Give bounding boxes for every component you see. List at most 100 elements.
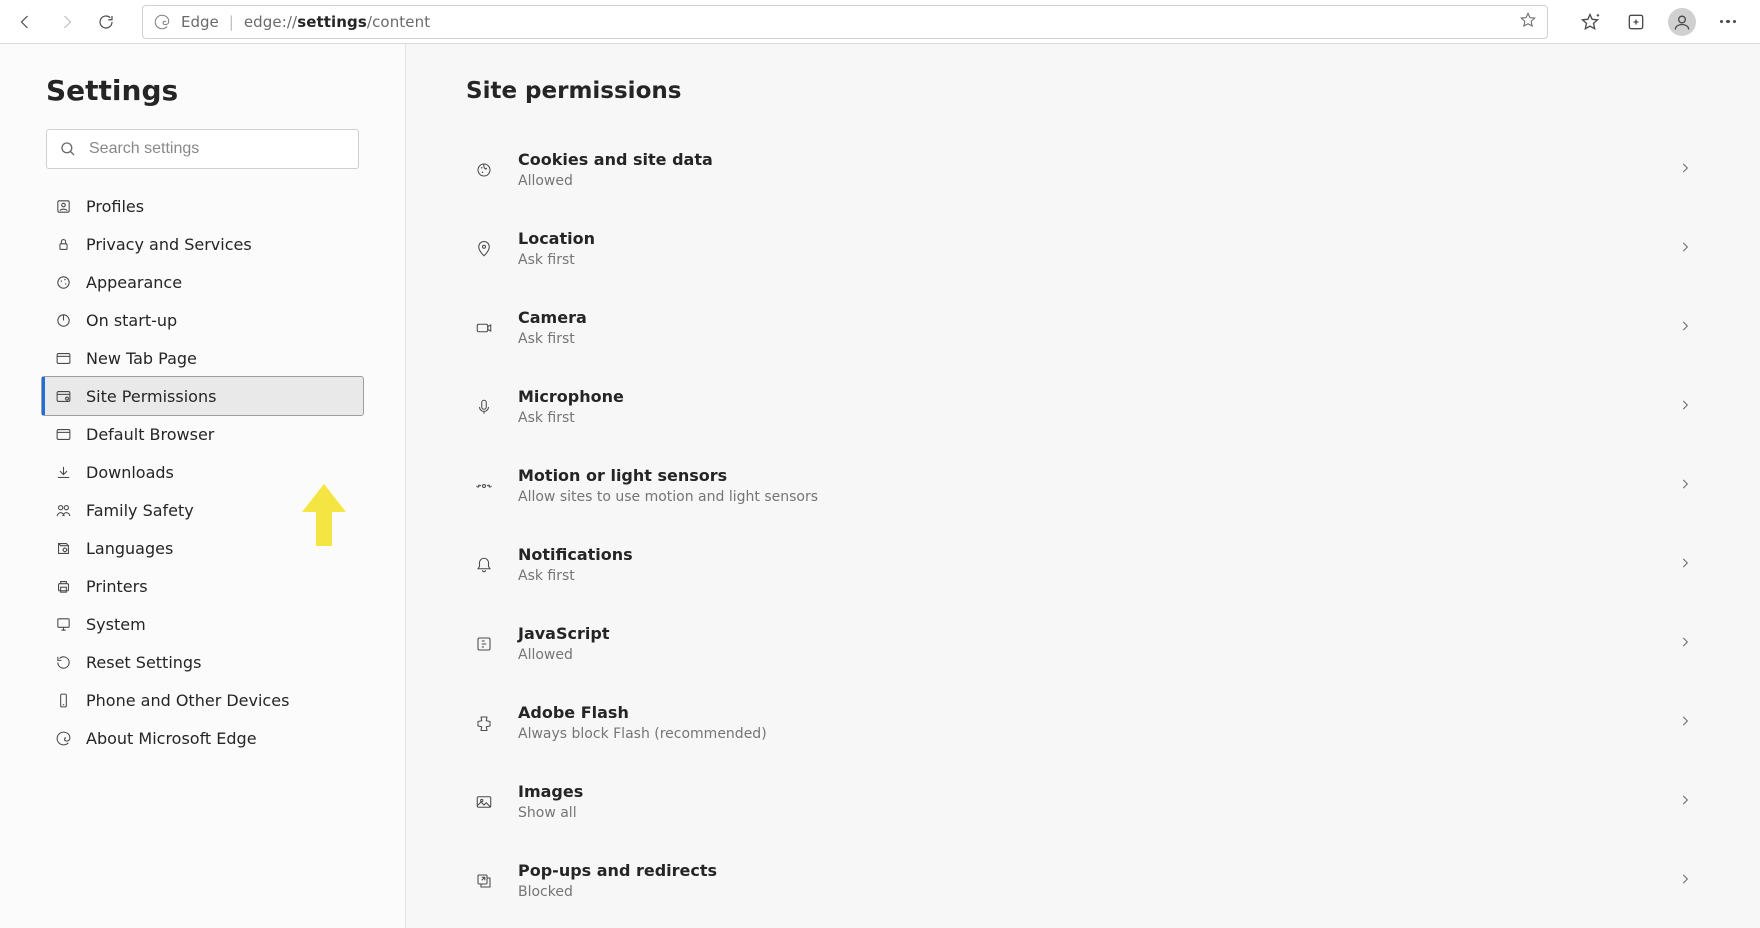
browser-chrome: Edge | edge://settings/content — [0, 0, 1760, 44]
nav-icon — [54, 653, 72, 671]
sidebar-item-label: Appearance — [86, 273, 182, 292]
permission-row-camera[interactable]: CameraAsk first — [466, 288, 1700, 367]
permission-icon — [474, 634, 494, 654]
nav-icon — [54, 425, 72, 443]
nav-icon — [54, 615, 72, 633]
permission-subtitle: Ask first — [518, 410, 1678, 426]
permission-row-images[interactable]: ImagesShow all — [466, 762, 1700, 841]
permission-icon — [474, 397, 494, 417]
sidebar-item-appearance[interactable]: Appearance — [42, 263, 363, 301]
permission-row-notifications[interactable]: Notifications Ask first — [466, 525, 1700, 604]
permission-row-motion-or-light-sensors[interactable]: Motion or light sensors Allow sites to us… — [466, 446, 1700, 525]
sidebar-item-reset-settings[interactable]: Reset Settings — [42, 643, 363, 681]
permission-row-ads[interactable]: Ads — [466, 920, 1700, 928]
more-menu-button[interactable] — [1710, 4, 1746, 40]
sidebar-item-default-browser[interactable]: Default Browser — [42, 415, 363, 453]
permission-title: Motion or light sensors — [518, 466, 1678, 485]
sidebar-item-profiles[interactable]: Profiles — [42, 187, 363, 225]
sidebar-item-label: Profiles — [86, 197, 144, 216]
permission-icon — [474, 160, 494, 180]
sidebar-item-label: Downloads — [86, 463, 174, 482]
sidebar-item-label: Phone and Other Devices — [86, 691, 289, 710]
nav-icon — [54, 387, 72, 405]
sidebar-item-label: On start-up — [86, 311, 177, 330]
chevron-right-icon — [1678, 714, 1692, 732]
sidebar-item-languages[interactable]: Languages — [42, 529, 363, 567]
url-text: edge://settings/content — [244, 13, 430, 31]
chevron-right-icon — [1678, 793, 1692, 811]
sidebar-item-label: Site Permissions — [86, 387, 216, 406]
nav-icon — [54, 729, 72, 747]
permission-subtitle: Allowed — [518, 173, 1678, 189]
permission-title: Pop-ups and redirects — [518, 861, 1678, 880]
sidebar-item-downloads[interactable]: Downloads — [42, 453, 363, 491]
favorites-button[interactable] — [1572, 4, 1608, 40]
chevron-right-icon — [1678, 398, 1692, 416]
sidebar-item-about-microsoft-edge[interactable]: About Microsoft Edge — [42, 719, 363, 757]
forward-button — [48, 4, 84, 40]
permission-subtitle: Allow sites to use motion and light sens… — [518, 489, 1678, 505]
permission-icon — [474, 239, 494, 259]
sidebar-item-on-start-up[interactable]: On start-up — [42, 301, 363, 339]
sidebar-item-label: Printers — [86, 577, 148, 596]
search-input[interactable] — [89, 140, 346, 158]
permission-icon — [474, 476, 494, 496]
permission-subtitle: Allowed — [518, 647, 1678, 663]
sidebar-item-phone-and-other-devices[interactable]: Phone and Other Devices — [42, 681, 363, 719]
permission-title: Images — [518, 782, 1678, 801]
refresh-button[interactable] — [88, 4, 124, 40]
chevron-right-icon — [1678, 872, 1692, 890]
sidebar-item-label: System — [86, 615, 146, 634]
nav-icon — [54, 463, 72, 481]
sidebar-item-new-tab-page[interactable]: New Tab Page — [42, 339, 363, 377]
permission-icon — [474, 318, 494, 338]
favorite-star-icon[interactable] — [1519, 11, 1537, 33]
permission-subtitle: Ask first — [518, 568, 1678, 584]
sidebar-item-label: Family Safety — [86, 501, 194, 520]
sidebar-item-label: Privacy and Services — [86, 235, 252, 254]
sidebar-item-label: About Microsoft Edge — [86, 729, 257, 748]
nav-icon — [54, 311, 72, 329]
profile-button[interactable] — [1664, 4, 1700, 40]
settings-nav: Profiles Privacy and Services Appearance On… — [46, 187, 359, 757]
address-separator: | — [229, 13, 234, 31]
sidebar-item-privacy-and-services[interactable]: Privacy and Services — [42, 225, 363, 263]
permission-row-adobe-flash[interactable]: Adobe FlashAlways block Flash (recommend… — [466, 683, 1700, 762]
nav-icon — [54, 691, 72, 709]
back-button[interactable] — [8, 4, 44, 40]
permission-icon — [474, 555, 494, 575]
permission-row-cookies-and-site-data[interactable]: Cookies and site data Allowed — [466, 130, 1700, 209]
sidebar-item-printers[interactable]: Printers — [42, 567, 363, 605]
permission-title: Camera — [518, 308, 1678, 327]
search-icon — [59, 140, 77, 158]
settings-search[interactable] — [46, 129, 359, 169]
sidebar-item-label: New Tab Page — [86, 349, 197, 368]
permission-icon — [474, 871, 494, 891]
sidebar-item-family-safety[interactable]: Family Safety — [42, 491, 363, 529]
nav-icon — [54, 197, 72, 215]
avatar-icon — [1668, 8, 1696, 36]
permission-row-location[interactable]: LocationAsk first — [466, 209, 1700, 288]
permissions-list: Cookies and site data Allowed LocationAsk … — [466, 130, 1700, 928]
chrome-right-icons — [1566, 4, 1752, 40]
settings-page: Settings ProfilesPrivacy and ServicesApp… — [0, 44, 1760, 928]
site-identity-label: Edge — [181, 13, 219, 31]
sidebar-item-site-permissions[interactable]: Site Permissions — [42, 377, 363, 415]
chevron-right-icon — [1678, 477, 1692, 495]
permission-row-pop-ups-and-redirects[interactable]: Pop-ups and redirects Blocked — [466, 841, 1700, 920]
address-bar[interactable]: Edge | edge://settings/content — [142, 5, 1548, 39]
nav-icon — [54, 235, 72, 253]
sidebar-item-label: Default Browser — [86, 425, 214, 444]
chevron-right-icon — [1678, 319, 1692, 337]
permission-title: Microphone — [518, 387, 1678, 406]
permission-row-javascript[interactable]: JavaScriptAllowed — [466, 604, 1700, 683]
permission-icon — [474, 792, 494, 812]
chevron-right-icon — [1678, 635, 1692, 653]
permission-title: Cookies and site data — [518, 150, 1678, 169]
collections-button[interactable] — [1618, 4, 1654, 40]
permission-title: Notifications — [518, 545, 1678, 564]
settings-content: Site permissions Cookies and site dataAl… — [406, 44, 1760, 928]
permission-subtitle: Blocked — [518, 884, 1678, 900]
sidebar-item-system[interactable]: System — [42, 605, 363, 643]
permission-row-microphone[interactable]: Microphone Ask first — [466, 367, 1700, 446]
